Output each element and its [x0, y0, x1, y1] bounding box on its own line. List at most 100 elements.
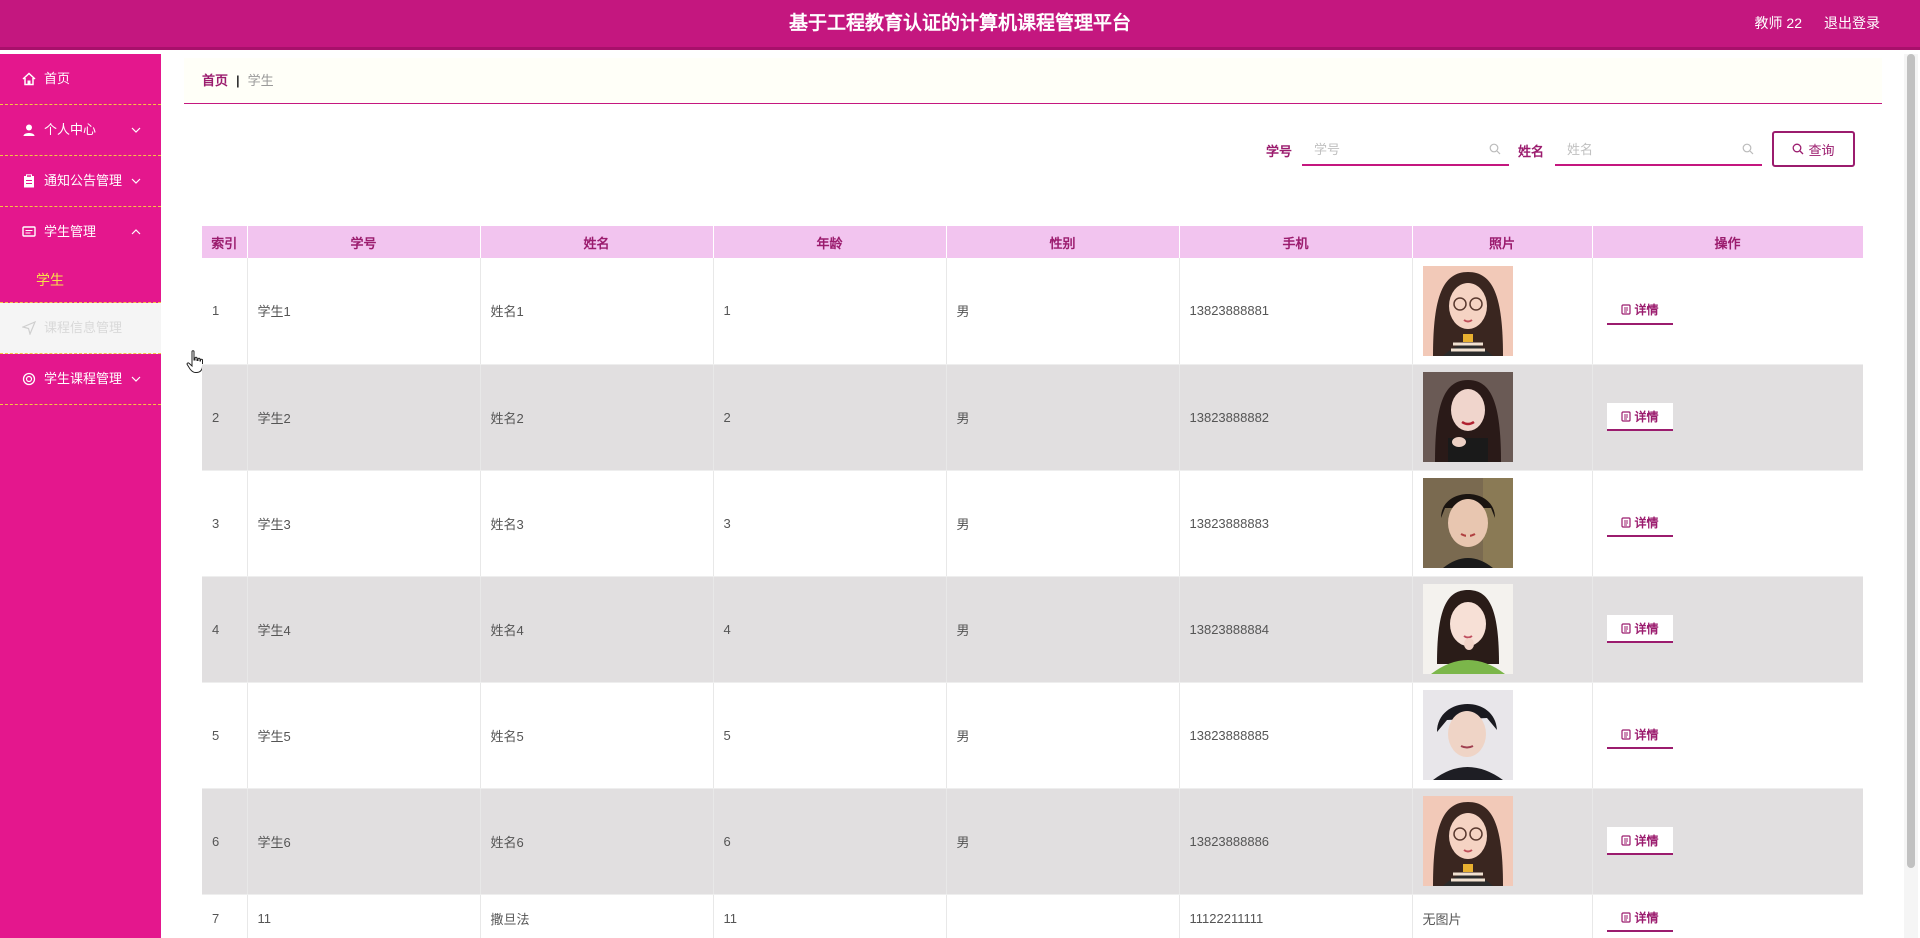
sidebar-item-label: 通知公告管理 [44, 173, 123, 188]
detail-button-label: 详情 [1634, 515, 1659, 530]
student-photo[interactable] [1422, 584, 1592, 674]
chevron-down-icon [131, 178, 141, 184]
table-row[interactable]: 2 学生2 姓名2 2 男 13823888882 详情 [202, 364, 1863, 471]
document-icon [1620, 622, 1631, 634]
cell-gender: 男 [946, 682, 1180, 789]
top-header: 基于工程教育认证的计算机课程管理平台 教师 22 退出登录 [0, 0, 1920, 50]
student-name-field [1555, 134, 1762, 166]
cell-age: 3 [713, 470, 947, 577]
home-icon [22, 72, 36, 86]
detail-button[interactable]: 详情 [1606, 296, 1673, 325]
logout-link[interactable]: 退出登录 [1824, 0, 1880, 47]
cell-gender: 男 [946, 788, 1180, 895]
student-photo[interactable] [1422, 478, 1592, 568]
sidebar-item-student-course-management[interactable]: 学生课程管理 [0, 354, 161, 405]
cell-index: 6 [202, 788, 248, 895]
student-name-input[interactable] [1555, 134, 1762, 164]
cell-age: 6 [713, 788, 947, 895]
sidebar-item-student-management[interactable]: 学生管理 [0, 207, 161, 258]
student-id-field [1302, 134, 1509, 166]
cell-gender: 男 [946, 258, 1180, 365]
cell-photo [1412, 576, 1593, 683]
current-user: 教师 22 [1754, 15, 1802, 31]
cell-phone: 13823888881 [1179, 258, 1413, 365]
detail-button[interactable]: 详情 [1606, 509, 1673, 537]
column-header-age[interactable]: 年龄 [713, 226, 947, 258]
sidebar-subitem-student[interactable]: 学生 [0, 258, 161, 303]
detail-button-label: 详情 [1634, 621, 1659, 636]
student-table: 索引 学号 姓名 年龄 性别 手机 照片 操作 1 学生1 姓名1 1 男 1382388… [202, 226, 1863, 938]
document-icon [1620, 834, 1631, 846]
chevron-down-icon [131, 376, 141, 382]
student-id-input[interactable] [1302, 134, 1509, 164]
table-row[interactable]: 7 11 撒旦法 11 11122211111 无图片 详情 [202, 894, 1863, 938]
detail-button[interactable]: 详情 [1606, 904, 1673, 932]
cell-photo [1412, 682, 1593, 789]
table-row[interactable]: 3 学生3 姓名3 3 男 13823888883 详情 [202, 470, 1863, 577]
cell-name: 姓名2 [480, 364, 714, 471]
scrollbar-thumb[interactable] [1907, 54, 1915, 868]
column-header-student-id[interactable]: 学号 [247, 226, 481, 258]
column-header-index[interactable]: 索引 [202, 226, 248, 258]
cell-actions: 详情 [1592, 788, 1863, 895]
cell-student-id: 学生1 [247, 258, 481, 365]
detail-button-label: 详情 [1634, 833, 1659, 848]
detail-button-label: 详情 [1634, 303, 1659, 318]
no-image-text: 无图片 [1422, 911, 1462, 927]
page-scrollbar[interactable] [1904, 54, 1918, 938]
search-icon [1793, 143, 1804, 155]
column-header-photo[interactable]: 照片 [1412, 226, 1593, 258]
breadcrumb-home[interactable]: 首页 [202, 73, 228, 88]
chat-icon [22, 226, 36, 237]
cell-student-id: 学生2 [247, 364, 481, 471]
detail-button[interactable]: 详情 [1606, 721, 1673, 749]
cell-name: 撒旦法 [480, 894, 714, 938]
detail-button[interactable]: 详情 [1606, 615, 1673, 643]
detail-button[interactable]: 详情 [1606, 403, 1673, 431]
sidebar-item-home[interactable]: 首页 [0, 54, 161, 105]
table-row[interactable]: 1 学生1 姓名1 1 男 13823888881 详情 [202, 258, 1863, 365]
cell-gender: 男 [946, 470, 1180, 577]
cell-index: 1 [202, 258, 248, 365]
chevron-up-icon [131, 229, 141, 235]
cell-actions: 详情 [1592, 576, 1863, 683]
student-photo[interactable] [1422, 690, 1592, 780]
table-row[interactable]: 5 学生5 姓名5 5 男 13823888885 详情 [202, 682, 1863, 789]
cell-photo: 无图片 [1412, 894, 1593, 938]
table-row[interactable]: 4 学生4 姓名4 4 男 13823888884 详情 [202, 576, 1863, 683]
sidebar-item-personal-center[interactable]: 个人中心 [0, 105, 161, 156]
cell-name: 姓名1 [480, 258, 714, 365]
cell-student-id: 学生6 [247, 788, 481, 895]
detail-button-label: 详情 [1634, 409, 1659, 424]
student-photo[interactable] [1422, 265, 1592, 356]
breadcrumb-separator: | [236, 73, 240, 88]
student-photo[interactable] [1422, 796, 1592, 886]
app-title: 基于工程教育认证的计算机课程管理平台 [788, 13, 1131, 34]
document-icon [1620, 304, 1631, 315]
sidebar-item-course-info-management[interactable]: 课程信息管理 [0, 303, 161, 354]
cell-actions: 详情 [1592, 470, 1863, 577]
detail-button-label: 详情 [1634, 910, 1659, 925]
detail-button[interactable]: 详情 [1606, 827, 1673, 855]
table-row[interactable]: 6 学生6 姓名6 6 男 13823888886 详情 [202, 788, 1863, 895]
column-header-phone[interactable]: 手机 [1179, 226, 1413, 258]
cell-age: 1 [713, 258, 947, 365]
cell-age: 2 [713, 364, 947, 471]
document-icon [1620, 911, 1631, 923]
column-header-name[interactable]: 姓名 [480, 226, 714, 258]
document-icon [1620, 728, 1631, 740]
cell-name: 姓名6 [480, 788, 714, 895]
cell-student-id: 学生5 [247, 682, 481, 789]
column-header-actions: 操作 [1592, 226, 1863, 258]
cell-phone: 11122211111 [1179, 894, 1413, 938]
query-button[interactable]: 查询 [1772, 131, 1855, 167]
student-photo[interactable] [1422, 372, 1592, 462]
sidebar-item-notice-management[interactable]: 通知公告管理 [0, 156, 161, 207]
table-header-row: 索引 学号 姓名 年龄 性别 手机 照片 操作 [202, 226, 1863, 258]
search-icon [1742, 143, 1754, 155]
breadcrumb: 首页 | 学生 [184, 58, 1882, 104]
cell-index: 4 [202, 576, 248, 683]
cell-index: 3 [202, 470, 248, 577]
column-header-gender[interactable]: 性别 [946, 226, 1180, 258]
sidebar-item-label: 个人中心 [44, 122, 97, 137]
